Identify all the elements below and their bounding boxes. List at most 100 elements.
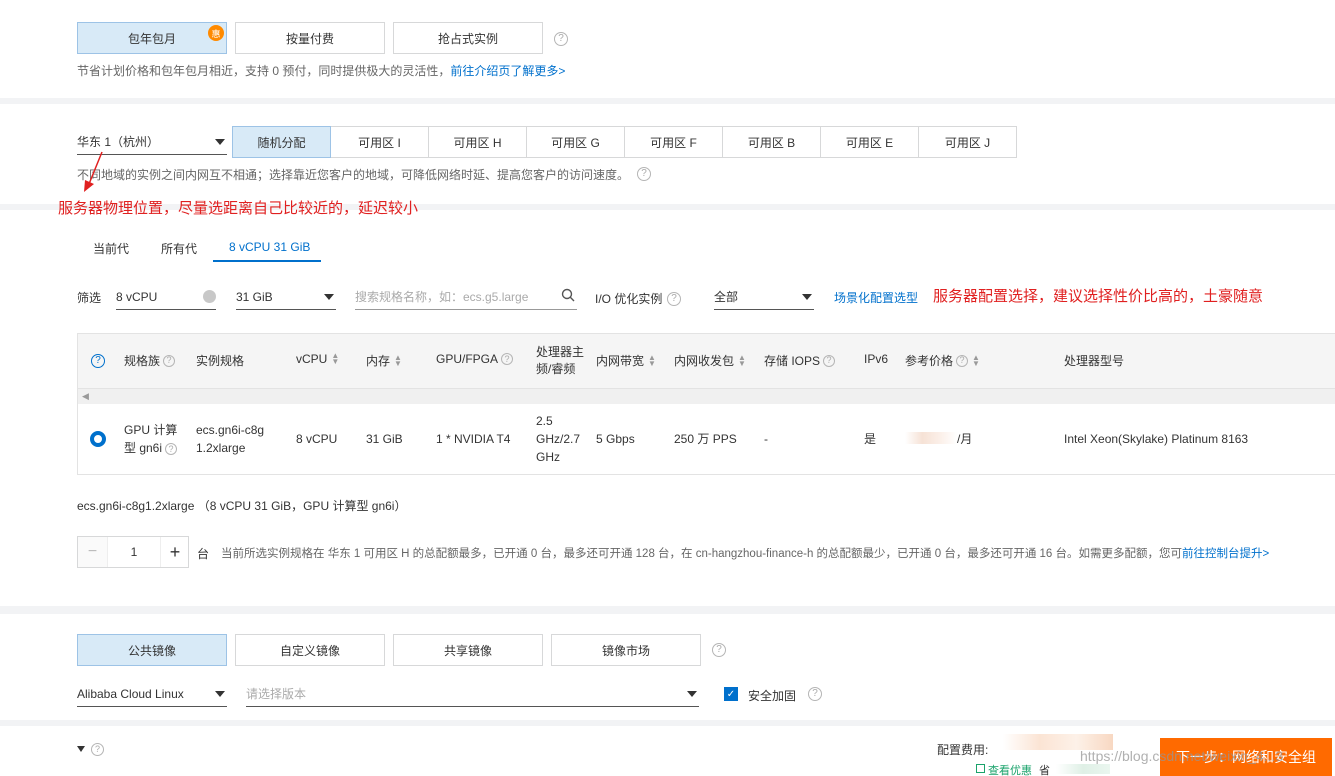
view-discount-link[interactable]: 查看优惠 [988, 762, 1032, 776]
row-spec: ecs.gn6i-c8g1.2xlarge [196, 423, 265, 455]
io-dropdown-icon [802, 294, 812, 300]
header-bandwidth[interactable]: 内网带宽 ▲ ▼ [596, 352, 656, 369]
io-optimized-select[interactable]: 全部 [714, 284, 814, 310]
zone-selector: 随机分配 可用区 I 可用区 H 可用区 G 可用区 F 可用区 B 可用区 E… [232, 126, 1017, 158]
cpu-filter-dropdown-icon [203, 290, 216, 303]
gpu-help-icon[interactable]: ? [501, 353, 514, 365]
region-help-icon[interactable]: ? [637, 167, 651, 181]
io-optimized-label: I/O 优化实例 [595, 292, 663, 306]
search-icon[interactable] [561, 288, 575, 302]
tab-8vcpu-31gib[interactable]: 8 vCPU 31 GiB [229, 240, 310, 254]
save-label: 省 [1039, 765, 1050, 776]
instance-tabs: 当前代 所有代 8 vCPU 31 GiB [77, 236, 1335, 262]
row-family-help-icon[interactable]: ? [165, 443, 177, 455]
header-frequency: 处理器主频/睿频 [536, 345, 585, 376]
header-price[interactable]: 参考价格? ▲ ▼ [905, 352, 980, 369]
footer-help-icon[interactable]: ? [91, 743, 104, 756]
image-tab-shared[interactable]: 共享镜像 [393, 634, 543, 666]
row-gpu: 1 * NVIDIA T4 [436, 432, 511, 446]
zone-b[interactable]: 可用区 B [722, 126, 821, 158]
security-hardening-checkbox[interactable]: ✓ [724, 687, 738, 701]
row-pps: 250 万 PPS [674, 432, 737, 446]
header-vcpu[interactable]: vCPU ▲ ▼ [296, 352, 339, 367]
image-tab-custom[interactable]: 自定义镜像 [235, 634, 385, 666]
quota-note: 当前所选实例规格在 华东 1 可用区 H 的总配额最多，已开通 0 台，最多还可… [221, 548, 1270, 560]
decrease-button[interactable]: − [78, 537, 108, 567]
version-dropdown-icon [687, 691, 697, 697]
increase-button[interactable]: + [160, 537, 189, 567]
billing-note: 节省计划价格和包年包月相近，支持 0 预付，同时提供极大的灵活性，前往介绍页了解… [77, 64, 566, 78]
header-family: 规格族? [124, 352, 176, 369]
annotation-arrow-icon [84, 151, 103, 192]
os-select[interactable]: Alibaba Cloud Linux [77, 681, 227, 707]
billing-panel: 包年包月 惠 按量付费 抢占式实例 ? 节省计划价格和包年包月相近，支持 0 预… [0, 0, 1335, 98]
vcpu-sort-icon[interactable]: ▲ ▼ [331, 352, 339, 366]
table-scrollbar[interactable]: ◀ [78, 388, 1335, 404]
instance-annotation: 服务器配置选择，建议选择性价比高的，土豪随意 [933, 288, 1264, 305]
tab-all-generations[interactable]: 所有代 [161, 240, 197, 257]
gift-icon [976, 764, 985, 773]
security-hardening-label: 安全加固 [748, 689, 797, 703]
version-select[interactable]: 请选择版本 [246, 681, 699, 707]
header-model: 处理器型号 [1064, 354, 1125, 368]
billing-learn-more-link[interactable]: 前往介绍页了解更多> [450, 64, 565, 78]
image-tab-public[interactable]: 公共镜像 [77, 634, 227, 666]
bandwidth-sort-icon[interactable]: ▲ ▼ [648, 353, 656, 367]
cpu-filter-select[interactable]: 8 vCPU [116, 284, 216, 310]
billing-option-pay-as-you-go[interactable]: 按量付费 [235, 22, 385, 54]
header-ipv6: IPv6 [864, 352, 889, 366]
memory-filter-dropdown-icon [324, 294, 334, 300]
quantity-unit: 台 [197, 547, 210, 561]
io-help-icon[interactable]: ? [667, 292, 681, 306]
header-memory[interactable]: 内存 ▲ ▼ [366, 352, 402, 369]
zone-i[interactable]: 可用区 I [330, 126, 429, 158]
zone-random[interactable]: 随机分配 [232, 126, 331, 158]
row-ipv6: 是 [864, 432, 877, 446]
save-redacted [1056, 764, 1110, 774]
memory-filter-select[interactable]: 31 GiB [236, 284, 336, 310]
image-tab-marketplace[interactable]: 镜像市场 [551, 634, 701, 666]
row-iops: - [764, 432, 768, 446]
billing-option-preemptible[interactable]: 抢占式实例 [393, 22, 543, 54]
zone-j[interactable]: 可用区 J [918, 126, 1017, 158]
expand-caret-icon[interactable] [77, 746, 85, 752]
price-sort-icon[interactable]: ▲ ▼ [972, 353, 980, 367]
row-model: Intel Xeon(Skylake) Platinum 8163 [1064, 432, 1249, 446]
spec-search-input[interactable]: 搜索规格名称，如：ecs.g5.large [355, 284, 577, 310]
filter-label: 筛选 [77, 291, 102, 305]
zone-h[interactable]: 可用区 H [428, 126, 527, 158]
region-annotation: 服务器物理位置，尽量选距离自己比较近的，延迟较小 [58, 200, 419, 217]
billing-help-icon[interactable]: ? [554, 32, 568, 46]
pps-sort-icon[interactable]: ▲ ▼ [738, 353, 746, 367]
price-redacted [905, 432, 957, 444]
security-help-icon[interactable]: ? [808, 687, 822, 701]
quantity-input[interactable]: 1 [108, 537, 160, 567]
tab-current-generation[interactable]: 当前代 [93, 240, 129, 257]
price-help-icon[interactable]: ? [956, 354, 969, 367]
header-spec: 实例规格 [196, 354, 245, 368]
row-vcpu: 8 vCPU [296, 432, 338, 446]
selected-spec-summary: ecs.gn6i-c8g1.2xlarge （8 vCPU 31 GiB，GPU… [77, 499, 407, 513]
row-radio-selected[interactable] [90, 431, 106, 447]
active-tab-indicator [213, 260, 321, 262]
quota-console-link[interactable]: 前往控制台提升> [1182, 548, 1269, 560]
image-help-icon[interactable]: ? [712, 643, 726, 657]
zone-g[interactable]: 可用区 G [526, 126, 625, 158]
row-price: /月 [957, 432, 973, 446]
quantity-stepper: − 1 + [77, 536, 189, 568]
header-pps[interactable]: 内网收发包 ▲ ▼ [674, 352, 746, 369]
scroll-left-icon[interactable]: ◀ [82, 391, 89, 402]
scenario-config-link[interactable]: 场景化配置选型 [834, 289, 918, 306]
row-bandwidth: 5 Gbps [596, 432, 635, 446]
header-gpu: GPU/FPGA? [436, 352, 514, 366]
family-help-icon[interactable]: ? [163, 354, 176, 367]
table-help-icon[interactable]: ? [91, 354, 105, 368]
discount-badge-icon: 惠 [208, 25, 224, 41]
zone-f[interactable]: 可用区 F [624, 126, 723, 158]
row-memory: 31 GiB [366, 432, 403, 446]
billing-option-subscription[interactable]: 包年包月 [77, 22, 227, 54]
watermark-text: https://blog.csdn.net/weixin_4...3 [1080, 748, 1284, 764]
memory-sort-icon[interactable]: ▲ ▼ [394, 353, 402, 367]
iops-help-icon[interactable]: ? [823, 354, 836, 367]
zone-e[interactable]: 可用区 E [820, 126, 919, 158]
